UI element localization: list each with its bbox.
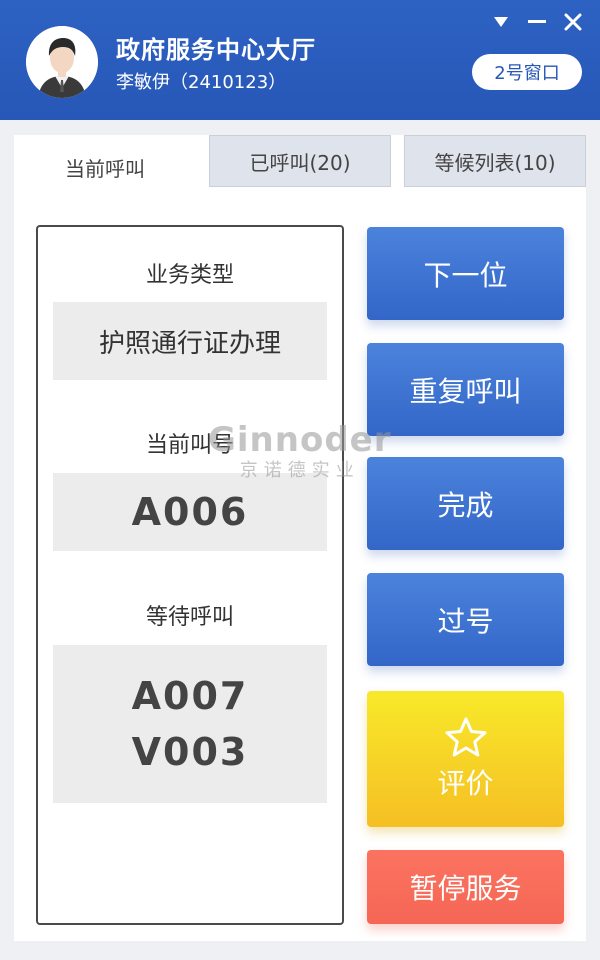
waiting-value-box: A007 V003	[53, 645, 327, 803]
window-number-badge: 2号窗口	[472, 54, 582, 90]
repeat-call-button[interactable]: 重复呼叫	[367, 343, 564, 436]
app-title: 政府服务中心大厅	[116, 36, 316, 64]
business-type-value: 护照通行证办理	[98, 328, 281, 359]
business-type-value-box: 护照通行证办理	[53, 302, 327, 380]
user-avatar-icon	[26, 26, 98, 98]
minimize-button[interactable]	[524, 10, 550, 34]
pause-service-button[interactable]: 暂停服务	[367, 850, 564, 924]
waiting-number-2: V003	[131, 730, 249, 774]
current-number-value-box: A006	[53, 473, 327, 551]
tab-bar: 当前呼叫 已呼叫(20) 等候列表(10)	[14, 135, 586, 200]
waiting-label: 等待呼叫	[145, 605, 234, 630]
close-icon	[564, 13, 582, 31]
user-name-id: 李敏伊（2410123）	[116, 72, 287, 93]
call-info-panel: 业务类型 护照通行证办理 当前叫号 A006 等待呼叫 A007 V003	[36, 225, 344, 925]
business-type-label: 业务类型	[145, 263, 234, 288]
close-button[interactable]	[560, 10, 586, 34]
minimize-icon	[528, 20, 546, 23]
window-controls	[488, 10, 586, 34]
next-button[interactable]: 下一位	[367, 227, 564, 320]
star-icon	[445, 717, 486, 757]
main-panel: 当前呼叫 已呼叫(20) 等候列表(10) 业务类型 护照通行证办理 当前叫号 …	[14, 135, 586, 941]
menu-dropdown-button[interactable]	[488, 10, 514, 34]
rate-label: 评价	[437, 767, 494, 800]
avatar	[26, 26, 98, 98]
complete-button[interactable]: 完成	[367, 457, 564, 550]
current-number-value: A006	[131, 490, 249, 534]
rate-button[interactable]: 评价	[367, 691, 564, 827]
tab-current-call[interactable]: 当前呼叫	[14, 135, 196, 200]
skip-number-button[interactable]: 过号	[367, 573, 564, 666]
tab-called[interactable]: 已呼叫(20)	[209, 135, 391, 187]
header-bar: 政府服务中心大厅 李敏伊（2410123） 2号窗口	[0, 0, 600, 120]
dropdown-triangle-icon	[494, 17, 508, 27]
tab-waiting-list[interactable]: 等候列表(10)	[404, 135, 586, 187]
waiting-number-1: A007	[131, 674, 249, 718]
current-number-label: 当前叫号	[145, 433, 234, 458]
